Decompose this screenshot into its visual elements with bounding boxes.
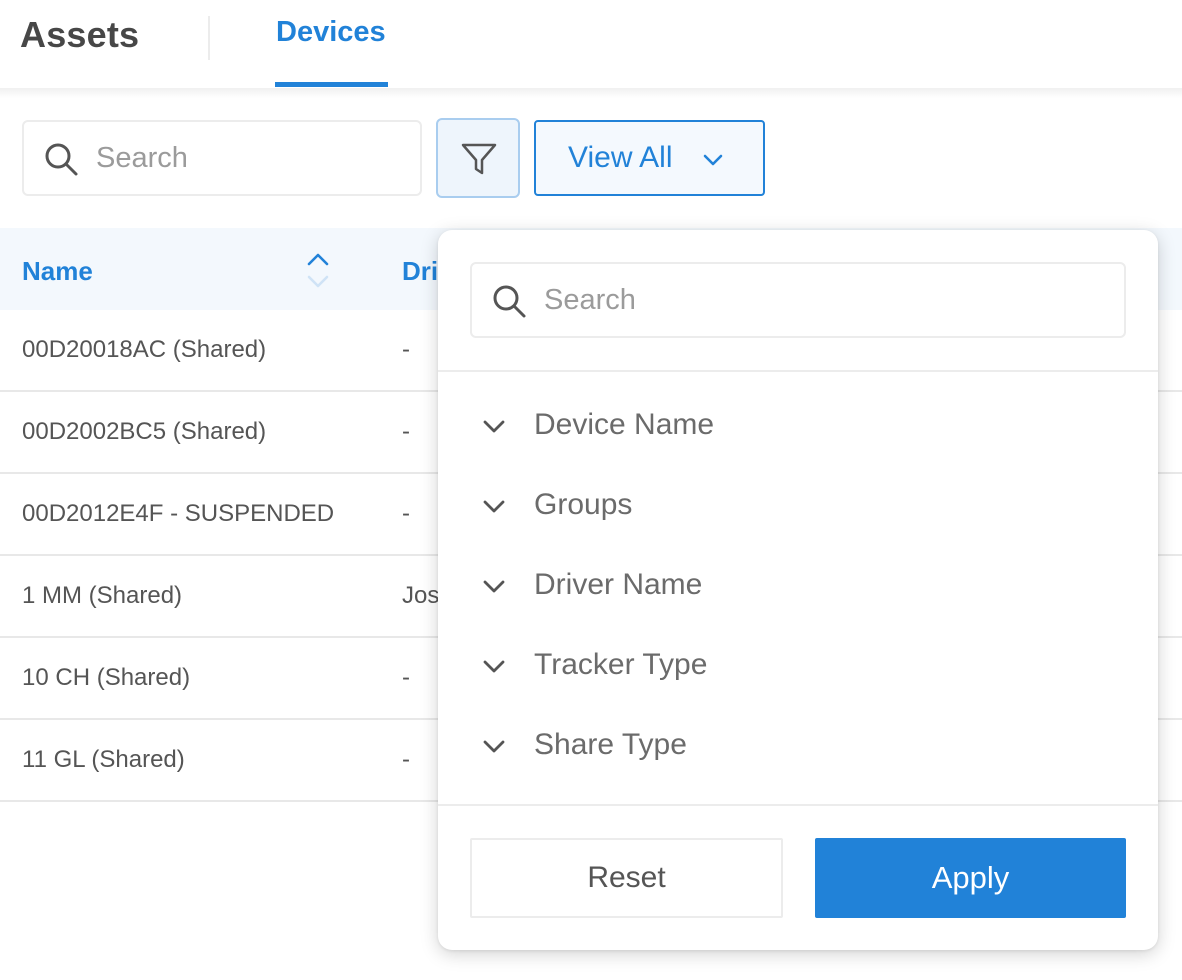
chevron-down-icon bbox=[483, 740, 505, 753]
filter-item-tracker-type[interactable]: Tracker Type bbox=[438, 628, 1158, 708]
view-select[interactable]: View All bbox=[534, 120, 765, 196]
cell-device-name: 00D2002BC5 (Shared) bbox=[22, 418, 267, 445]
column-header-name[interactable]: Name bbox=[22, 256, 93, 287]
cell-driver-name: - bbox=[402, 746, 410, 773]
cell-driver-name: - bbox=[402, 500, 410, 527]
app-header: Assets Devices bbox=[0, 0, 1182, 88]
filter-item-label: Tracker Type bbox=[534, 648, 708, 681]
tab-active-indicator bbox=[275, 82, 388, 87]
chevron-down-icon bbox=[483, 660, 505, 673]
filter-popover: Device Name Groups Driver Name Tracker T… bbox=[438, 230, 1158, 950]
cell-driver-name: - bbox=[402, 336, 410, 363]
page-title: Assets bbox=[20, 14, 140, 55]
filter-item-label: Groups bbox=[534, 488, 633, 521]
filter-search-input[interactable] bbox=[544, 276, 1104, 324]
filter-item-label: Share Type bbox=[534, 728, 687, 761]
cell-device-name: 11 GL (Shared) bbox=[22, 746, 185, 773]
sort-icon[interactable] bbox=[304, 248, 332, 292]
chevron-down-icon bbox=[483, 580, 505, 593]
divider bbox=[438, 370, 1158, 372]
cell-device-name: 00D20018AC (Shared) bbox=[22, 336, 267, 363]
cell-driver-name: - bbox=[402, 664, 410, 691]
filter-button[interactable] bbox=[436, 118, 520, 198]
filter-item-share-type[interactable]: Share Type bbox=[438, 708, 1158, 788]
cell-device-name: 00D2012E4F - SUSPENDED bbox=[22, 500, 335, 527]
filter-item-label: Driver Name bbox=[534, 568, 703, 601]
column-header-driver[interactable]: Driver Name bbox=[402, 256, 438, 287]
divider bbox=[438, 804, 1158, 806]
view-select-label: View All bbox=[568, 141, 673, 174]
search-input[interactable] bbox=[96, 134, 406, 182]
search-field[interactable] bbox=[22, 120, 422, 196]
filter-item-driver-name[interactable]: Driver Name bbox=[438, 548, 1158, 628]
filter-item-device-name[interactable]: Device Name bbox=[438, 388, 1158, 468]
cell-driver-name: - bbox=[402, 418, 410, 445]
chevron-down-icon bbox=[483, 500, 505, 513]
header-shadow bbox=[0, 88, 1182, 98]
chevron-down-icon bbox=[483, 420, 505, 433]
header-divider bbox=[208, 16, 210, 60]
search-icon bbox=[45, 143, 78, 176]
filter-item-groups[interactable]: Groups bbox=[438, 468, 1158, 548]
funnel-icon bbox=[461, 143, 497, 175]
cell-driver-name: Jos bbox=[402, 582, 438, 609]
apply-button[interactable]: Apply bbox=[815, 838, 1126, 918]
filter-item-label: Device Name bbox=[534, 408, 715, 441]
chevron-down-icon bbox=[703, 154, 723, 166]
tab-devices[interactable]: Devices bbox=[276, 16, 386, 49]
reset-button[interactable]: Reset bbox=[470, 838, 783, 918]
cell-device-name: 1 MM (Shared) bbox=[22, 582, 183, 609]
search-icon bbox=[493, 285, 526, 318]
cell-device-name: 10 CH (Shared) bbox=[22, 664, 191, 691]
filter-search-field[interactable] bbox=[470, 262, 1126, 338]
